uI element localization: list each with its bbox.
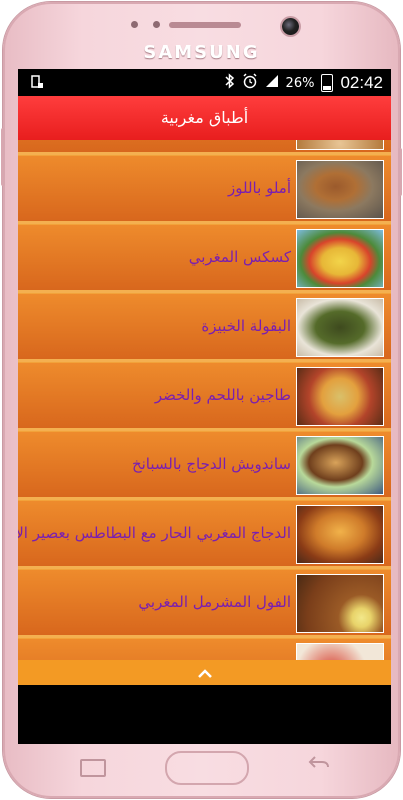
recipe-title: أملو باللوز bbox=[228, 179, 291, 197]
back-icon[interactable] bbox=[308, 752, 330, 776]
alarm-icon bbox=[242, 73, 258, 93]
list-item[interactable]: أملو باللوز bbox=[18, 156, 391, 224]
recipe-thumbnail bbox=[296, 505, 384, 564]
recipe-title: البقولة الخبيزة bbox=[201, 317, 291, 335]
recipe-title: كسكس المغربي bbox=[188, 248, 291, 266]
recipe-thumbnail bbox=[296, 298, 384, 357]
screen: 26% 02:42 أطباق مغربية أملو باللوز كسكس … bbox=[18, 69, 391, 744]
scroll-up-bar[interactable] bbox=[18, 660, 391, 685]
light-sensor bbox=[153, 21, 160, 28]
battery-icon bbox=[321, 74, 334, 92]
list-item-partial[interactable] bbox=[18, 140, 391, 155]
list-item[interactable]: الفول المشرمل المغربي bbox=[18, 570, 391, 638]
chevron-up-icon[interactable] bbox=[197, 663, 213, 684]
list-item[interactable]: كسكس المغربي bbox=[18, 225, 391, 293]
recipe-thumbnail bbox=[296, 229, 384, 288]
hardware-nav bbox=[18, 744, 391, 790]
recipe-title: الفول المشرمل المغربي bbox=[138, 593, 291, 611]
power-button bbox=[398, 148, 402, 196]
phone-frame: SAMSUNG 26% 02:42 أطباق مغربية أملو بالل… bbox=[1, 2, 402, 798]
list-item[interactable]: طاجين باللحم والخضر bbox=[18, 363, 391, 431]
recipe-title: ساندويش الدجاج بالسبانخ bbox=[131, 455, 291, 473]
status-bar: 26% 02:42 bbox=[18, 69, 391, 96]
recipe-thumbnail bbox=[296, 643, 384, 660]
phone-storage-icon bbox=[30, 75, 44, 93]
app-title-bar: أطباق مغربية bbox=[18, 96, 391, 140]
brand-logo: SAMSUNG bbox=[143, 42, 260, 63]
bluetooth-icon bbox=[225, 73, 235, 93]
battery-percent: 26% bbox=[285, 75, 315, 91]
signal-icon bbox=[265, 74, 279, 92]
list-item[interactable]: البقولة الخبيزة bbox=[18, 294, 391, 362]
earpiece-speaker bbox=[169, 22, 241, 28]
recipe-title: طاجين باللحم والخضر bbox=[154, 386, 291, 404]
volume-button bbox=[1, 128, 5, 186]
recipe-thumbnail bbox=[296, 367, 384, 426]
list-item-partial[interactable] bbox=[18, 639, 391, 660]
home-button[interactable] bbox=[165, 751, 249, 785]
recipe-list[interactable]: أملو باللوز كسكس المغربي البقولة الخبيزة… bbox=[18, 140, 391, 660]
list-item[interactable]: ساندويش الدجاج بالسبانخ bbox=[18, 432, 391, 500]
recipe-title: الدجاج المغربي الحار مع البطاطس بعصير ال… bbox=[18, 524, 291, 542]
app-title: أطباق مغربية bbox=[160, 108, 249, 127]
recipe-thumbnail bbox=[296, 574, 384, 633]
recipe-thumbnail bbox=[296, 436, 384, 495]
proximity-sensor bbox=[131, 21, 138, 28]
clock-time: 02:42 bbox=[340, 73, 383, 92]
front-camera bbox=[282, 18, 299, 35]
list-item[interactable]: الدجاج المغربي الحار مع البطاطس بعصير ال… bbox=[18, 501, 391, 569]
recent-apps-button[interactable] bbox=[80, 759, 106, 777]
recipe-thumbnail bbox=[296, 140, 384, 150]
recipe-thumbnail bbox=[296, 160, 384, 219]
